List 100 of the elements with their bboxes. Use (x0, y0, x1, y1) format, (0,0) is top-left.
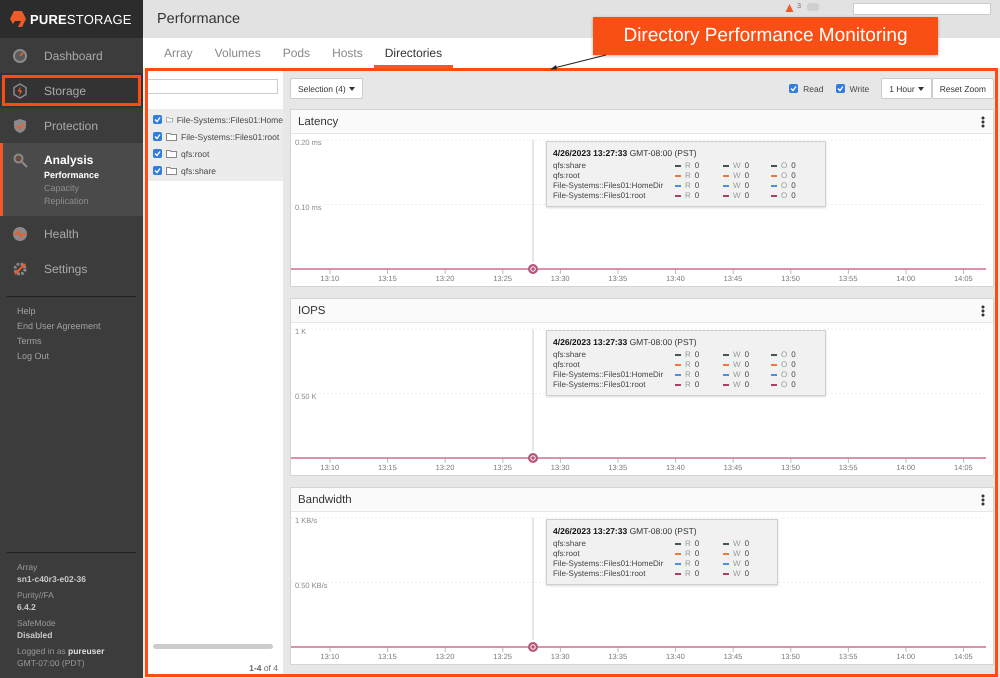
checkbox[interactable] (153, 132, 162, 141)
gauge-icon (12, 48, 28, 64)
nav-item[interactable]: Storage (0, 73, 143, 108)
nav-item[interactable]: Protection (0, 108, 143, 143)
more-icon[interactable] (981, 304, 985, 316)
sidebar-link[interactable]: Terms (17, 336, 143, 346)
series-name: qfs:root (553, 171, 581, 181)
hover-marker (528, 453, 538, 463)
more-icon[interactable] (981, 116, 985, 128)
filter-field[interactable] (145, 79, 278, 94)
timezone-text: GMT-07:00 (PDT) (17, 658, 86, 668)
metric-label: O (781, 360, 788, 370)
nav-subitem[interactable]: Replication (44, 196, 143, 206)
search-field[interactable] (853, 3, 991, 15)
metric-label: O (781, 350, 788, 360)
metric-value: 0 (694, 549, 700, 559)
nav-item[interactable]: Dashboard (0, 38, 143, 73)
hover-marker (528, 642, 538, 652)
metric-label: R (685, 350, 691, 360)
callout-arrow (550, 54, 606, 70)
series-name: File-Systems::Files01:HomeDir (553, 559, 664, 569)
hover-marker (528, 264, 538, 274)
info-value: Disabled (17, 630, 54, 640)
series-name: File-Systems::Files01:HomeDir (553, 370, 664, 380)
checkbox[interactable] (153, 149, 162, 158)
range-dropdown[interactable]: 1 Hour (881, 78, 932, 99)
directory-name[interactable]: File-Systems::Files01:Home (176, 114, 283, 124)
alert-icon[interactable] (785, 3, 794, 13)
metric-label: W (733, 350, 741, 360)
metric-value: 0 (744, 539, 750, 549)
nav-subitem[interactable]: Capacity (44, 183, 143, 193)
nav-item[interactable]: Analysis (3, 151, 143, 169)
metric-value: 0 (791, 191, 796, 201)
callout-label: Directory Performance Monitoring (593, 17, 938, 55)
selection-dropdown[interactable]: Selection (4) (290, 78, 363, 99)
metric-label: R (685, 161, 691, 171)
metric-value: 0 (744, 569, 750, 579)
chart-title: Bandwidth (298, 494, 352, 506)
tooltip-time: 4/26/2023 13:27:33 GMT-08:00 (PST) (553, 337, 698, 347)
checkbox[interactable] (153, 166, 162, 175)
metric-label: W (733, 360, 741, 370)
series-name: File-Systems::Files01:root (553, 191, 646, 201)
tab[interactable]: Array (153, 38, 204, 68)
checkbox[interactable] (153, 115, 162, 124)
metric-label: W (733, 539, 741, 549)
nav-item[interactable]: Health (0, 216, 143, 251)
metric-value: 0 (694, 191, 700, 201)
metric-value: 0 (791, 370, 796, 380)
bolt-icon (12, 82, 28, 98)
metric-value: 0 (694, 539, 700, 549)
metric-value: 0 (744, 181, 750, 191)
series-name: qfs:share (553, 161, 587, 171)
metric-label: O (781, 161, 788, 171)
nav-subitem[interactable]: Performance (44, 170, 143, 180)
series-name: qfs:root (553, 549, 581, 559)
metric-value: 0 (791, 350, 796, 360)
checkbox[interactable] (836, 84, 844, 93)
sidebar-link[interactable]: Log Out (17, 351, 143, 361)
heartbeat-icon (12, 226, 28, 242)
folder-icon (166, 149, 177, 158)
info-label: SafeMode (17, 618, 57, 628)
tab[interactable]: Hosts (321, 38, 374, 68)
metric-value: 0 (694, 161, 700, 171)
metric-label: O (781, 171, 788, 181)
reset-zoom-button[interactable]: Reset Zoom (932, 78, 994, 99)
tab[interactable]: Directories (374, 38, 454, 68)
metric-value: 0 (791, 171, 796, 181)
directory-name[interactable]: qfs:share (181, 166, 216, 176)
login-text: Logged in as pureuser (17, 646, 106, 656)
metric-label: W (733, 549, 741, 559)
metric-value: 0 (744, 380, 750, 390)
metric-value: 0 (791, 161, 796, 171)
tab[interactable]: Pods (272, 38, 322, 68)
caret-icon (918, 86, 924, 90)
more-icon[interactable] (981, 494, 985, 506)
caret-icon (348, 86, 355, 90)
metric-label: W (733, 171, 741, 181)
tooltip-time: 4/26/2023 13:27:33 GMT-08:00 (PST) (553, 148, 698, 158)
metric-value: 0 (744, 171, 750, 181)
sidebar-link[interactable]: Help (17, 306, 143, 316)
metric-label: R (685, 360, 691, 370)
sidebar-link[interactable]: End User Agreement (17, 321, 143, 331)
directory-name[interactable]: File-Systems::Files01:root (181, 132, 280, 142)
shield-check-icon (12, 118, 28, 134)
metric-label: R (685, 539, 691, 549)
metric-value: 0 (744, 549, 750, 559)
metric-value: 0 (694, 569, 700, 579)
metric-label: W (733, 370, 741, 380)
tab[interactable]: Volumes (204, 38, 272, 68)
metric-label: O (781, 181, 788, 191)
chart-title: IOPS (298, 304, 326, 316)
tooltip-time: 4/26/2023 13:27:33 GMT-08:00 (PST) (553, 526, 698, 536)
checkbox[interactable] (789, 84, 798, 93)
series-name: File-Systems::Files01:root (553, 569, 646, 579)
scrollbar[interactable] (153, 644, 273, 649)
info-label: Purity//FA (17, 590, 55, 600)
directory-name[interactable]: qfs:root (181, 148, 210, 158)
nav-item[interactable]: Settings (0, 251, 143, 286)
pagination-text: 1-4 of 4 (248, 663, 279, 675)
metric-label: W (733, 380, 741, 390)
